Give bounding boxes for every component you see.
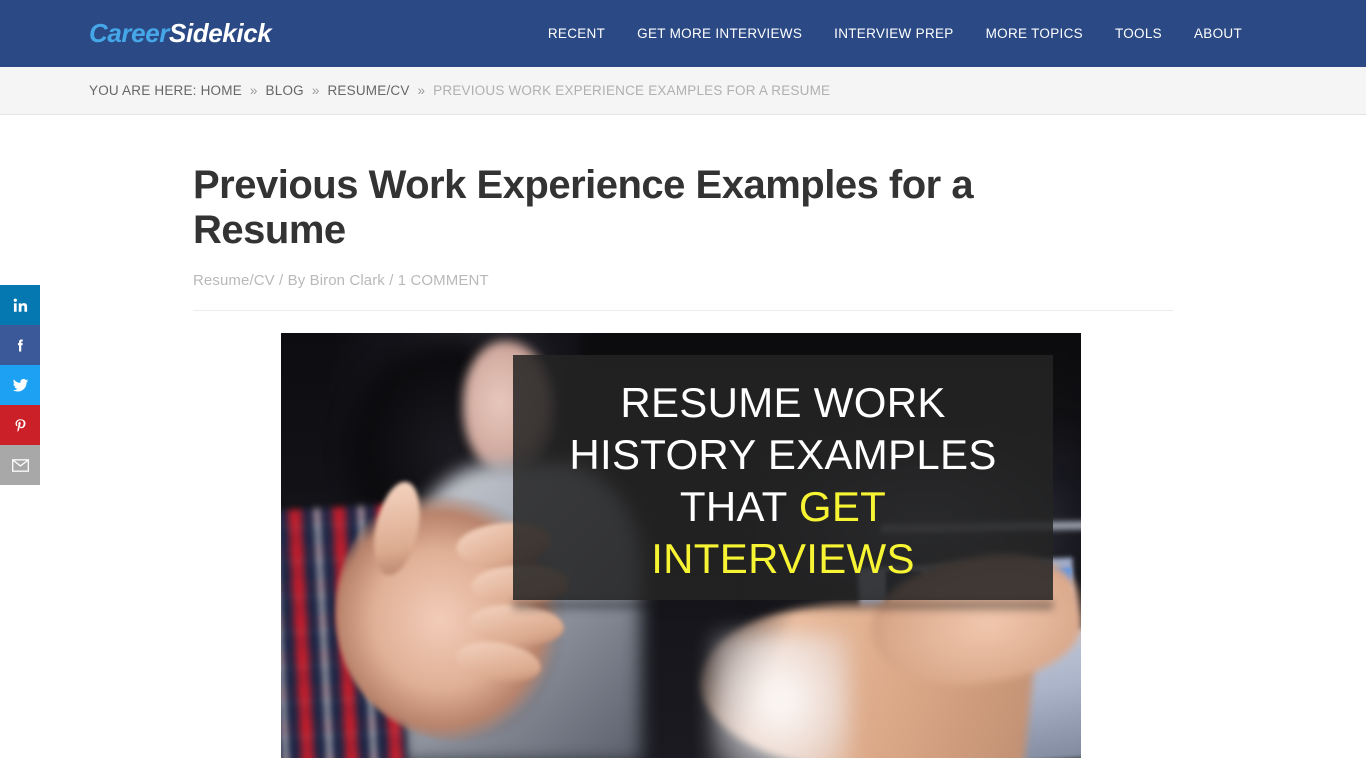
article-divider <box>193 310 1173 311</box>
breadcrumb-item-current: PREVIOUS WORK EXPERIENCE EXAMPLES FOR A … <box>433 83 831 98</box>
main-content: Previous Work Experience Examples for a … <box>0 163 1366 758</box>
breadcrumb-bar: YOU ARE HERE: HOME » BLOG » RESUME/CV » … <box>0 67 1366 115</box>
featured-image: RESUME WORK HISTORY EXAMPLES THAT GET IN… <box>281 333 1081 758</box>
twitter-icon <box>12 378 28 392</box>
overlay-line-3-white: THAT <box>679 482 799 530</box>
breadcrumb-separator: » <box>249 83 258 98</box>
overlay-line-1: RESUME WORK <box>620 378 946 426</box>
share-facebook-button[interactable] <box>0 325 40 365</box>
breadcrumb-item-home[interactable]: HOME <box>201 83 242 98</box>
overlay-line-2: HISTORY EXAMPLES <box>569 430 997 478</box>
linkedin-icon <box>13 298 27 312</box>
article-meta: Resume/CV / By Biron Clark / 1 COMMENT <box>193 272 1173 289</box>
meta-author-link[interactable]: Biron Clark <box>310 272 385 289</box>
photo-highlight <box>711 633 851 758</box>
breadcrumb-prefix: YOU ARE HERE: <box>89 83 197 98</box>
breadcrumb-item-resume-cv[interactable]: RESUME/CV <box>327 83 409 98</box>
facebook-icon <box>17 338 23 351</box>
nav-item-about[interactable]: ABOUT <box>1178 0 1258 67</box>
overlay-line-3: THAT GET <box>680 481 886 533</box>
pinterest-icon <box>15 418 26 432</box>
featured-image-overlay: RESUME WORK HISTORY EXAMPLES THAT GET IN… <box>513 355 1053 600</box>
meta-separator: / <box>389 272 394 289</box>
meta-category-link[interactable]: Resume/CV <box>193 272 275 289</box>
nav-item-tools[interactable]: TOOLS <box>1099 0 1178 67</box>
social-share-rail <box>0 285 40 485</box>
breadcrumb-item-blog[interactable]: BLOG <box>266 83 304 98</box>
overlay-line-4: INTERVIEWS <box>651 534 915 582</box>
share-twitter-button[interactable] <box>0 365 40 405</box>
share-email-button[interactable] <box>0 445 40 485</box>
logo-text-primary: Career <box>89 18 169 48</box>
nav-item-get-more-interviews[interactable]: GET MORE INTERVIEWS <box>621 0 818 67</box>
meta-byline-prefix: By <box>287 272 306 289</box>
meta-separator: / <box>279 272 284 289</box>
logo-text-secondary: Sidekick <box>169 18 272 48</box>
meta-comments-link[interactable]: 1 COMMENT <box>398 272 489 289</box>
breadcrumb-separator: » <box>417 83 426 98</box>
nav-item-interview-prep[interactable]: INTERVIEW PREP <box>818 0 969 67</box>
page-title: Previous Work Experience Examples for a … <box>193 163 974 252</box>
breadcrumb: YOU ARE HERE: HOME » BLOG » RESUME/CV » … <box>89 83 830 98</box>
site-header: CareerSidekick RECENT GET MORE INTERVIEW… <box>0 0 1366 67</box>
site-logo[interactable]: CareerSidekick <box>89 18 272 48</box>
article: Previous Work Experience Examples for a … <box>193 163 1173 758</box>
nav-item-more-topics[interactable]: MORE TOPICS <box>970 0 1099 67</box>
overlay-line-3-highlight: GET <box>798 482 887 530</box>
envelope-icon <box>11 458 29 472</box>
overlay-shadow <box>513 600 1053 610</box>
share-linkedin-button[interactable] <box>0 285 40 325</box>
share-pinterest-button[interactable] <box>0 405 40 445</box>
nav-item-recent[interactable]: RECENT <box>532 0 621 67</box>
breadcrumb-separator: » <box>311 83 320 98</box>
main-navigation: RECENT GET MORE INTERVIEWS INTERVIEW PRE… <box>532 0 1258 67</box>
